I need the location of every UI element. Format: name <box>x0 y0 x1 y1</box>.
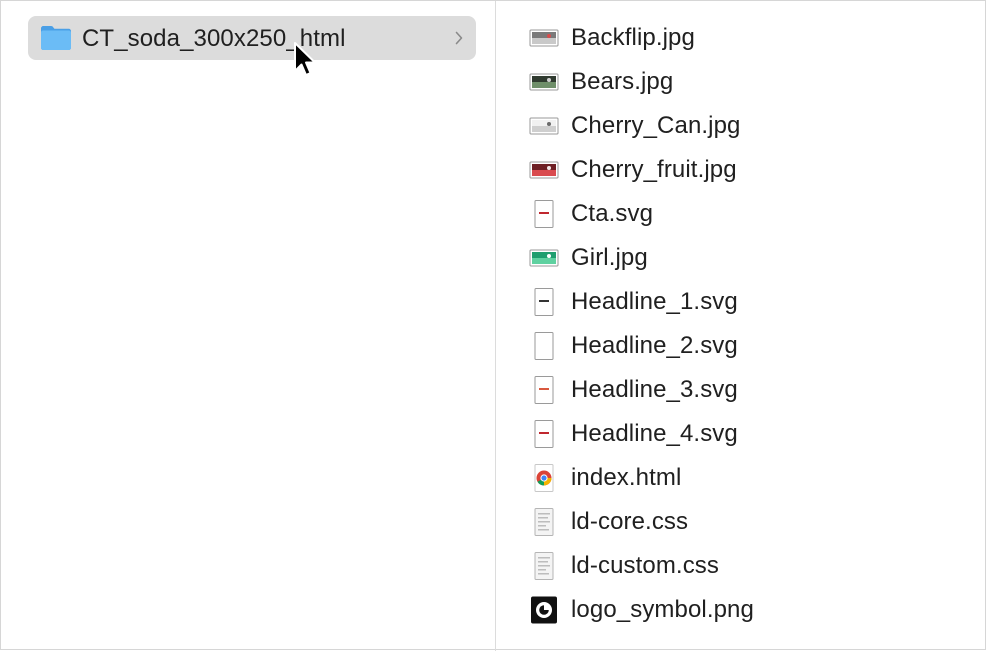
file-name: ld-core.css <box>571 508 689 535</box>
parent-column: CT_soda_300x250_html <box>2 2 495 650</box>
contents-column: Backflip.jpg Bears.jpg Cherry_Can.jpg Cherr… <box>496 2 986 650</box>
folder-row-ct-soda[interactable]: CT_soda_300x250_html <box>28 16 476 60</box>
file-name: Backflip.jpg <box>571 24 695 51</box>
svg-document-icon <box>529 332 559 360</box>
mouse-pointer-icon <box>294 42 316 76</box>
file-row[interactable]: Headline_4.svg <box>496 411 986 455</box>
file-row[interactable]: Cta.svg <box>496 191 986 235</box>
css-document-icon <box>529 552 559 580</box>
svg-document-icon <box>529 420 559 448</box>
file-row[interactable]: Cherry_fruit.jpg <box>496 147 986 191</box>
file-name: Bears.jpg <box>571 68 674 95</box>
file-name: ld-custom.css <box>571 552 719 579</box>
file-row[interactable]: ld-core.css <box>496 499 986 543</box>
file-row[interactable]: Headline_1.svg <box>496 279 986 323</box>
image-thumbnail-icon <box>529 244 559 272</box>
png-logo-icon <box>529 596 559 624</box>
file-row[interactable]: logo_symbol.png <box>496 587 986 631</box>
file-row[interactable]: Backflip.jpg <box>496 15 986 59</box>
image-thumbnail-icon <box>529 112 559 140</box>
image-thumbnail-icon <box>529 24 559 52</box>
image-thumbnail-icon <box>529 68 559 96</box>
file-row[interactable]: index.html <box>496 455 986 499</box>
chevron-right-icon <box>455 31 463 45</box>
file-name: Girl.jpg <box>571 244 648 271</box>
file-name: Cta.svg <box>571 200 654 227</box>
file-name: Headline_2.svg <box>571 332 738 359</box>
finder-window: CT_soda_300x250_html Backflip.jpg Bears.j… <box>0 0 986 651</box>
folder-icon <box>41 26 71 50</box>
file-name: Headline_4.svg <box>571 420 738 447</box>
file-name: Cherry_fruit.jpg <box>571 156 737 183</box>
file-row[interactable]: Bears.jpg <box>496 59 986 103</box>
file-name: Cherry_Can.jpg <box>571 112 741 139</box>
css-document-icon <box>529 508 559 536</box>
svg-document-icon <box>529 200 559 228</box>
file-row[interactable]: ld-custom.css <box>496 543 986 587</box>
file-row[interactable]: Cherry_Can.jpg <box>496 103 986 147</box>
file-name: Headline_3.svg <box>571 376 738 403</box>
file-row[interactable]: Headline_3.svg <box>496 367 986 411</box>
svg-document-icon <box>529 288 559 316</box>
file-name: index.html <box>571 464 682 491</box>
svg-document-icon <box>529 376 559 404</box>
file-row[interactable]: Headline_2.svg <box>496 323 986 367</box>
image-thumbnail-icon <box>529 156 559 184</box>
file-name: Headline_1.svg <box>571 288 738 315</box>
file-name: logo_symbol.png <box>571 596 754 623</box>
file-row[interactable]: Girl.jpg <box>496 235 986 279</box>
chrome-html-icon <box>529 464 559 492</box>
